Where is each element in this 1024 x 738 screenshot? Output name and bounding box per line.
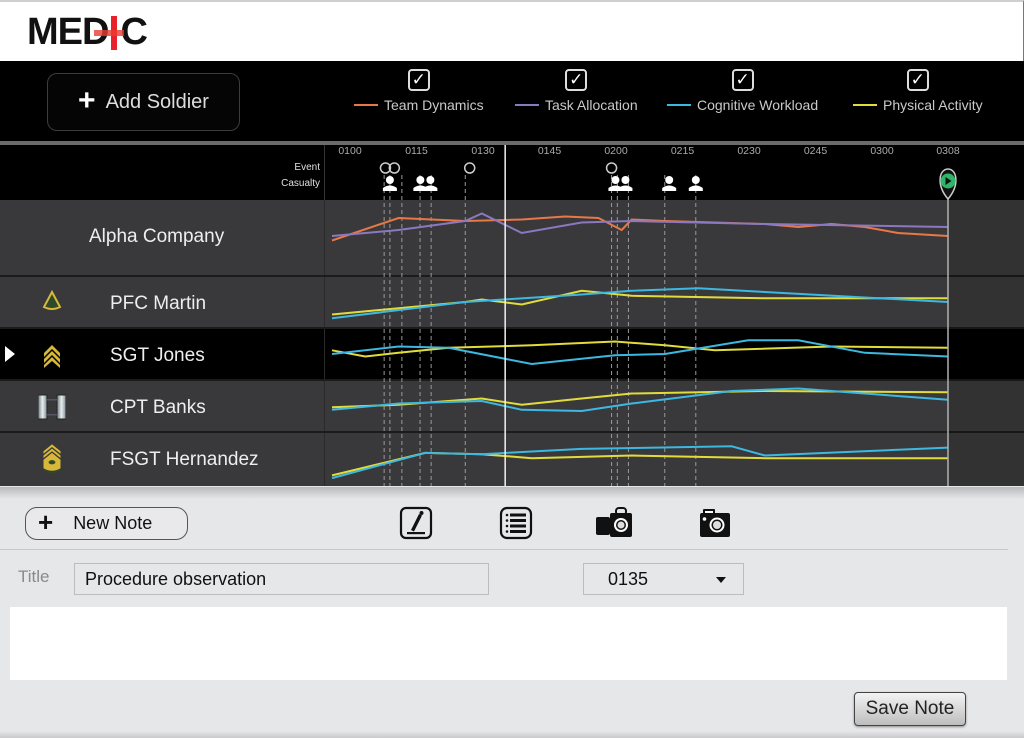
row-divider xyxy=(324,433,325,486)
row-name: SGT Jones xyxy=(110,345,205,366)
row-name: FSGT Hernandez xyxy=(110,449,259,470)
medic-app: MED C + Add Soldier ✓ Team Dynamics ✓ Tas… xyxy=(0,0,1024,738)
note-title-input[interactable] xyxy=(74,563,489,595)
row-pfc-martin[interactable]: PFC Martin xyxy=(0,277,1024,327)
list-icon[interactable] xyxy=(498,505,534,541)
row-name: Alpha Company xyxy=(89,226,225,247)
fsgt-chevron-icon xyxy=(43,444,61,474)
row-alpha-company[interactable]: Alpha Company xyxy=(0,200,1024,275)
legend-physical-activity: ✓ Physical Activity xyxy=(853,69,983,113)
timeline-separator xyxy=(324,145,325,200)
medic-logo: MED C xyxy=(27,12,148,52)
time-tick-label: 0230 xyxy=(737,145,761,157)
time-tick-label: 0308 xyxy=(936,145,960,157)
row-sgt-jones[interactable]: SGT Jones xyxy=(0,329,1024,379)
time-tick-label: 0200 xyxy=(604,145,628,157)
cognitive-workload-swatch xyxy=(667,104,691,106)
panel-shadow xyxy=(0,487,1024,499)
team-dynamics-swatch xyxy=(354,104,378,106)
new-note-label: New Note xyxy=(73,513,153,533)
note-body-textarea[interactable] xyxy=(10,607,1007,680)
legend-cognitive-workload: ✓ Cognitive Workload xyxy=(667,69,818,113)
notes-panel: + New Note Title Procedure observation 0… xyxy=(0,487,1024,738)
add-soldier-button[interactable]: + Add Soldier xyxy=(47,73,240,131)
legend-label: Physical Activity xyxy=(883,97,983,113)
add-soldier-label: Add Soldier xyxy=(105,90,209,113)
pfc-chevron-icon xyxy=(42,289,62,310)
cognitive-workload-checkbox[interactable]: ✓ xyxy=(731,69,754,91)
row-divider xyxy=(324,381,325,431)
panel-divider xyxy=(0,549,1008,550)
time-tick-label: 0130 xyxy=(471,145,495,157)
time-tick-label: 0215 xyxy=(670,145,695,157)
selected-row-arrow-icon xyxy=(5,346,15,362)
title-label: Title xyxy=(18,567,50,586)
photo-camera-icon[interactable] xyxy=(697,505,733,541)
new-note-button[interactable]: + New Note xyxy=(25,507,188,540)
time-tick-label: 0100 xyxy=(338,145,362,157)
time-tick-label: 0115 xyxy=(405,145,428,157)
app-header: MED C xyxy=(0,0,1024,61)
physical-activity-swatch xyxy=(853,104,877,106)
video-camera-icon[interactable] xyxy=(594,505,638,541)
legend-team-dynamics: ✓ Team Dynamics xyxy=(354,69,484,113)
physical-activity-checkbox[interactable]: ✓ xyxy=(906,69,929,91)
selected-time: 0135 xyxy=(608,569,649,589)
legend-label: Cognitive Workload xyxy=(697,97,819,113)
note-time-select[interactable]: 0135 xyxy=(583,563,744,595)
row-divider xyxy=(324,200,325,275)
row-name: PFC Martin xyxy=(110,293,207,314)
event-row-label: Event xyxy=(294,162,320,173)
red-cross-icon xyxy=(94,16,125,50)
casualty-row-label: Casualty xyxy=(281,178,320,189)
row-divider xyxy=(324,277,325,327)
row-fsgt-hernandez[interactable]: FSGT Hernandez xyxy=(0,433,1024,486)
legend-label: Task Allocation xyxy=(545,97,638,113)
sgt-chevron-icon xyxy=(44,345,60,368)
timeline-row-labels: Event Casualty xyxy=(281,160,320,192)
legend-label: Team Dynamics xyxy=(384,97,484,113)
legend-task-allocation: ✓ Task Allocation xyxy=(515,69,638,113)
time-tick-label: 0245 xyxy=(803,145,828,157)
time-tick-label: 0145 xyxy=(537,145,562,157)
chevron-down-icon xyxy=(716,577,726,583)
timeline-header: Event Casualty 0100 0115 0130 0145 0200 0215 0… xyxy=(0,145,1024,200)
row-name: CPT Banks xyxy=(110,397,206,418)
cpt-bars-icon xyxy=(38,394,66,420)
panel-bottom-edge xyxy=(0,731,1024,738)
row-cpt-banks[interactable]: CPT Banks xyxy=(0,381,1024,431)
row-divider xyxy=(324,329,325,379)
time-tick-label: 0300 xyxy=(870,145,894,157)
plus-icon: + xyxy=(38,507,54,537)
task-allocation-checkbox[interactable]: ✓ xyxy=(565,69,588,91)
toolbar: + Add Soldier ✓ Team Dynamics ✓ Task All… xyxy=(0,61,1024,141)
task-allocation-swatch xyxy=(515,104,539,106)
team-dynamics-checkbox[interactable]: ✓ xyxy=(407,69,430,91)
save-note-button[interactable]: Save Note xyxy=(854,692,966,726)
plus-icon: + xyxy=(78,83,96,117)
edit-note-icon[interactable] xyxy=(398,505,434,541)
